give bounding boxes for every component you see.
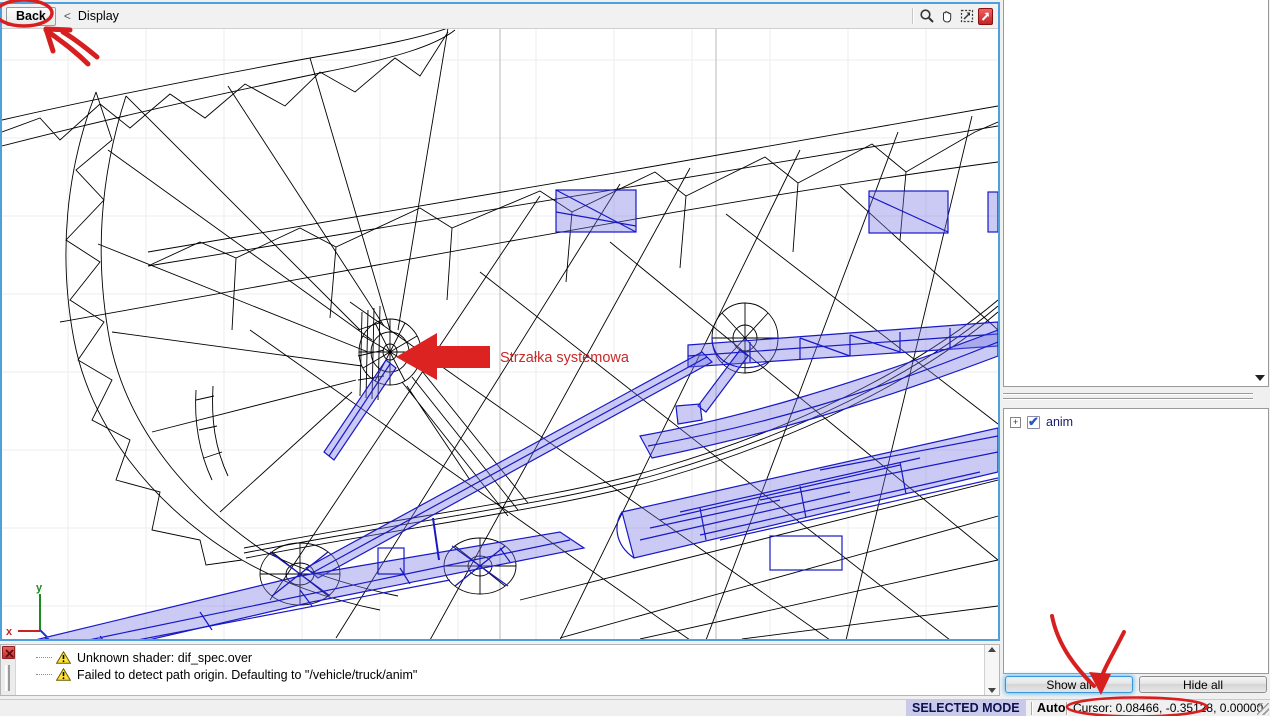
status-separator [1031, 702, 1032, 715]
close-warnings-icon[interactable] [2, 646, 15, 659]
back-button[interactable]: Back [6, 7, 56, 26]
warning-text: Unknown shader: dif_spec.over [77, 651, 252, 665]
fit-view-icon[interactable] [958, 7, 976, 25]
warning-row[interactable]: Failed to detect path origin. Defaulting… [24, 666, 984, 683]
model-tree: + ✔ anim [1003, 408, 1269, 674]
wireframe-scene: y x z [2, 29, 998, 639]
viewport-frame: Back < Display [0, 2, 1000, 641]
panel-splitter[interactable] [1003, 390, 1253, 403]
items-list[interactable] [1003, 0, 1269, 387]
pan-hand-icon[interactable] [938, 7, 956, 25]
scroll-up-icon[interactable] [988, 647, 996, 652]
tree-item-anim[interactable]: + ✔ anim [1008, 414, 1264, 430]
hide-all-button[interactable]: Hide all [1139, 676, 1267, 693]
warning-icon [56, 668, 71, 681]
3d-viewport[interactable]: y x z [2, 29, 998, 639]
splitter-grip [1003, 393, 1253, 395]
tree-buttons: Show all Hide all [1002, 676, 1270, 693]
warnings-panel: Unknown shader: dif_spec.over Failed to … [0, 644, 1000, 696]
warning-row[interactable]: Unknown shader: dif_spec.over [24, 649, 984, 666]
show-all-button[interactable]: Show all [1005, 676, 1133, 693]
list-scroll-down-icon[interactable] [1255, 375, 1265, 381]
breadcrumb: Display [78, 9, 119, 23]
toolbar-separator [912, 8, 913, 24]
warnings-list: Unknown shader: dif_spec.over Failed to … [16, 645, 984, 695]
right-panel: + ✔ anim Show all Hide all [1002, 0, 1270, 696]
expand-icon[interactable]: + [1010, 417, 1021, 428]
axis-y-label: y [36, 582, 43, 594]
cursor-coordinates: Cursor: 0.08466, -0.35128, 0.00000 [1073, 700, 1263, 716]
check-icon: ✔ [1028, 414, 1039, 430]
viewport-toolbar: Back < Display [2, 4, 998, 29]
tree-connector [36, 657, 52, 658]
axis-x-label: x [6, 626, 13, 638]
warnings-scrollbar[interactable] [984, 645, 999, 695]
breadcrumb-chevron: < [64, 9, 71, 23]
zoom-icon[interactable] [918, 7, 936, 25]
status-bar: SELECTED MODE Auto Cursor: 0.08466, -0.3… [0, 699, 1270, 716]
detach-window-icon[interactable] [978, 8, 993, 25]
warnings-gutter [1, 645, 16, 695]
tree-item-label: anim [1046, 415, 1073, 429]
warning-text: Failed to detect path origin. Defaulting… [77, 668, 417, 682]
mode-indicator: SELECTED MODE [906, 700, 1026, 716]
warning-icon [56, 651, 71, 664]
auto-indicator[interactable]: Auto [1037, 700, 1065, 716]
editor-window: Back < Display [0, 0, 1270, 716]
scroll-down-icon[interactable] [988, 688, 996, 693]
axis-z-label: z [44, 635, 50, 639]
status-separator [1066, 702, 1067, 715]
tree-connector [36, 674, 52, 675]
resize-grip[interactable] [1257, 703, 1269, 715]
anim-checkbox[interactable]: ✔ [1027, 416, 1040, 429]
splitter-grip [1003, 398, 1253, 400]
axis-gizmo: y x z [6, 582, 50, 639]
warnings-grip[interactable] [5, 665, 10, 691]
